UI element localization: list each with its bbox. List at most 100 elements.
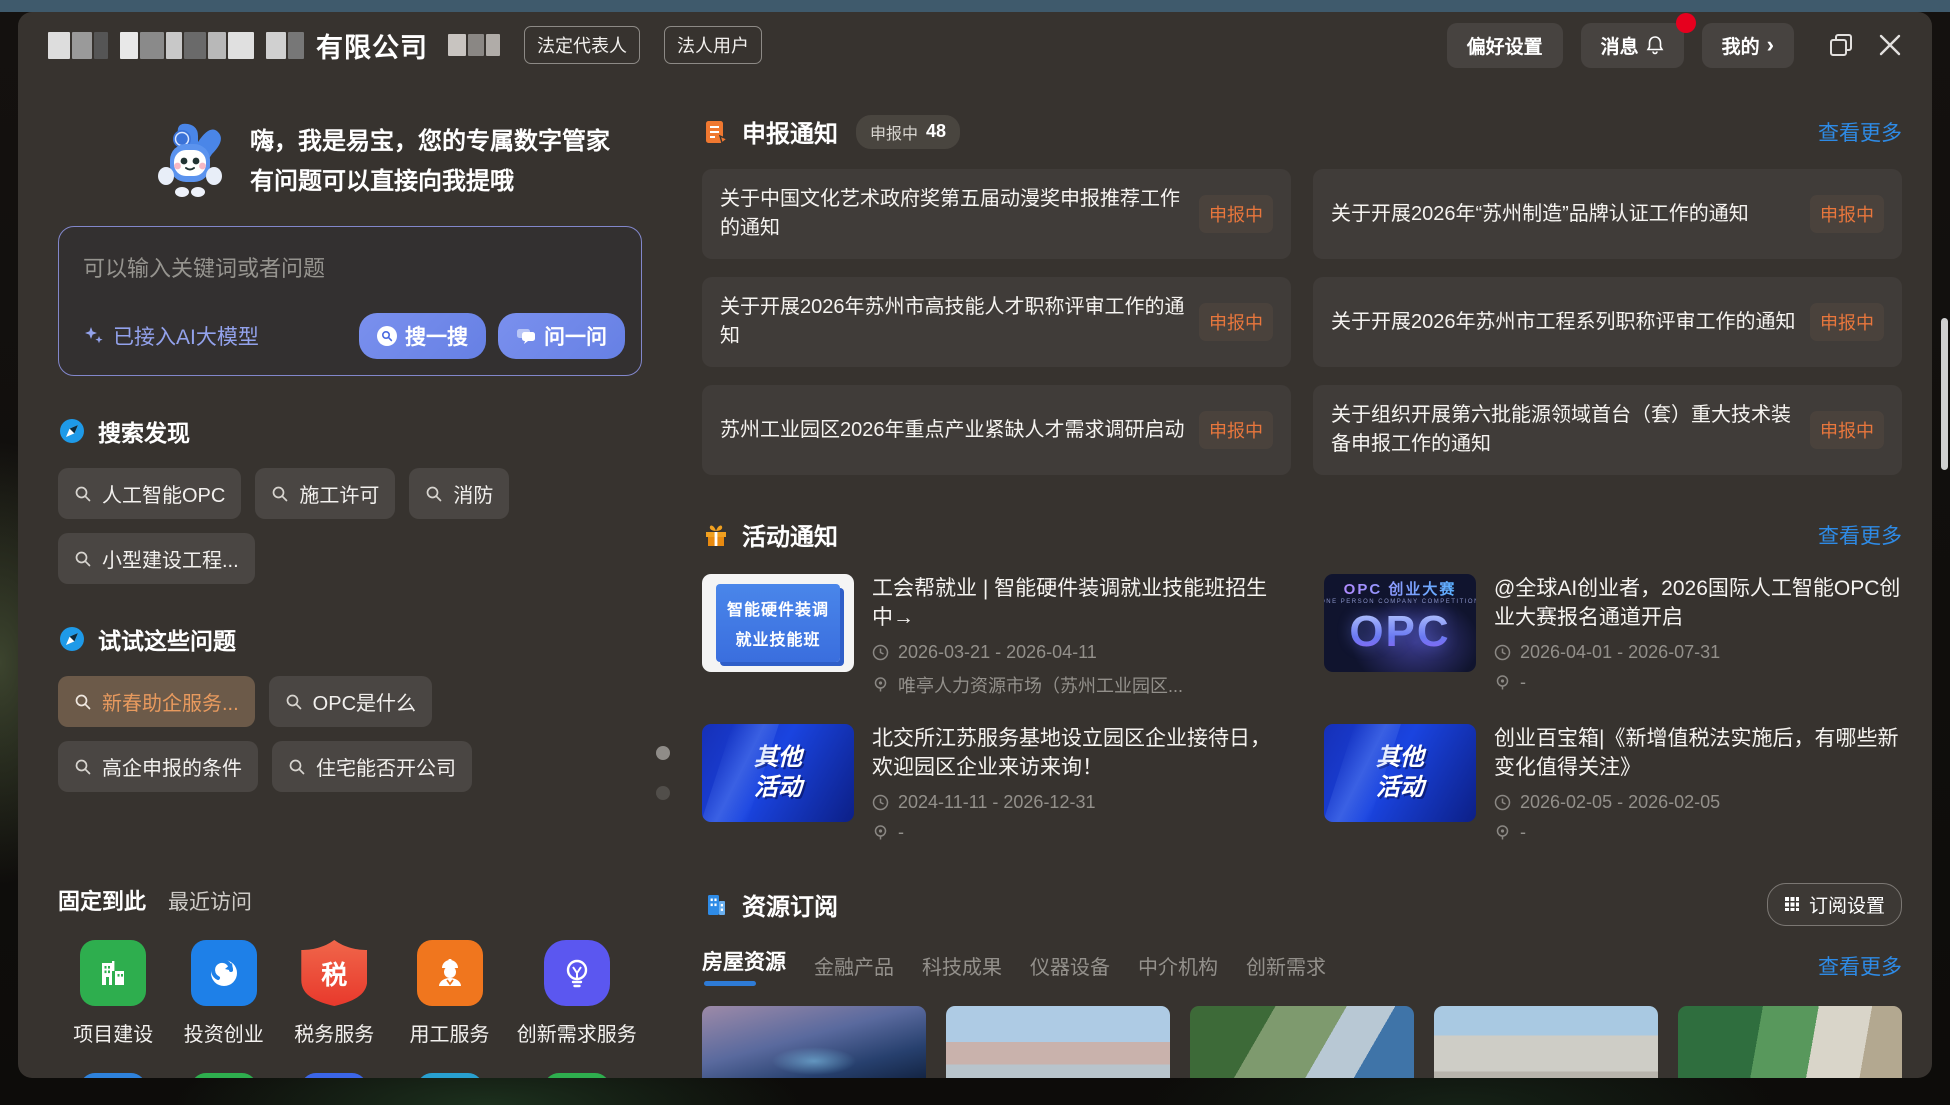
location-pin-icon — [872, 824, 889, 841]
tab-intermediaries[interactable]: 中介机构 — [1138, 951, 1218, 980]
tab-innovation-demand[interactable]: 创新需求 — [1246, 951, 1326, 980]
activity-thumbnail-opc-contest: OPC 创业大赛 ONE PERSON COMPANY COMPETITION … — [1324, 574, 1476, 672]
legal-user-badge: 法人用户 — [664, 26, 762, 64]
search-discover-title: 搜索发现 — [98, 414, 190, 448]
resource-card[interactable]: 56文创园，通园路，办公，95-1800平 — [1190, 1006, 1414, 1078]
notice-card[interactable]: 关于开展2026年苏州市工程系列职称评审工作的通知 申报中 — [1313, 277, 1902, 367]
app-window: 有限公司 法定代表人 法人用户 偏好设置 消息 — [18, 12, 1932, 1078]
clock-icon — [1494, 644, 1511, 661]
page-scrollbar-thumb[interactable] — [1941, 318, 1948, 470]
activity-date-row: 2026-03-21 - 2026-04-11 — [872, 642, 1280, 663]
activity-more-link[interactable]: 查看更多 — [1818, 520, 1902, 550]
resource-photo-science-park-building — [946, 1006, 1170, 1078]
tax-shield-icon: 税 — [301, 940, 367, 1006]
idream-logo-icon: iDream — [544, 1073, 610, 1078]
chevron-right-icon: › — [1767, 34, 1774, 56]
app-carrier-resources[interactable]: 载体资源 — [58, 1073, 169, 1078]
resource-card[interactable]: 蒲公英孵化器，苏州国际科技园五期，... — [1678, 1006, 1902, 1078]
tab-pinned[interactable]: 固定到此 — [58, 884, 146, 916]
discover-chip[interactable]: 施工许可 — [255, 468, 395, 519]
notice-card[interactable]: 关于中国文化艺术政府奖第五届动漫奖申报推荐工作的通知 申报中 — [702, 169, 1291, 259]
declare-section-header: 申报通知 申报中 48 查看更多 — [702, 114, 1902, 149]
search-magnifier-icon — [377, 326, 397, 346]
resources-more-link[interactable]: 查看更多 — [1818, 951, 1902, 981]
app-employment-service[interactable]: 用工服务 — [390, 940, 510, 1047]
resource-card[interactable]: 6-9A0 — [702, 1006, 926, 1078]
title-bar-actions: 偏好设置 消息 我的 › — [1447, 23, 1902, 68]
question-chip[interactable]: 高企申报的条件 — [58, 741, 258, 792]
discover-chip[interactable]: 人工智能OPC — [58, 468, 241, 519]
tab-housing-resources[interactable]: 房屋资源 — [702, 946, 786, 986]
resource-tabs: 房屋资源 金融产品 科技成果 仪器设备 中介机构 创新需求 查看更多 — [702, 946, 1902, 986]
app-rd-resource-sharing[interactable]: 研发资源共享 — [390, 1073, 510, 1078]
resource-photo-night-cityscape — [702, 1006, 926, 1078]
question-chip[interactable]: OPC是什么 — [269, 676, 432, 727]
search-input[interactable]: 可以输入关键词或者问题 — [83, 251, 621, 283]
quick-access-tabs: 固定到此 最近访问 — [58, 884, 642, 916]
tab-tech-achievements[interactable]: 科技成果 — [922, 951, 1002, 980]
chat-bubble-icon — [516, 327, 536, 345]
main-content: 嗨，我是易宝，您的专属数字管家 有问题可以直接向我提哦 可以输入关键词或者问题 … — [18, 78, 1932, 1078]
subscription-settings-button[interactable]: 订阅设置 — [1767, 883, 1902, 926]
title-bar: 有限公司 法定代表人 法人用户 偏好设置 消息 — [18, 12, 1932, 78]
legal-representative-badge: 法定代表人 — [524, 26, 640, 64]
declaring-count-badge: 申报中 48 — [856, 115, 960, 149]
notice-card[interactable]: 关于组织开展第六批能源领域首台（套）重大技术装备申报工作的通知 申报中 — [1313, 385, 1902, 475]
app-affairs-service[interactable]: 办事服务 — [169, 1073, 280, 1078]
restore-window-icon[interactable] — [1828, 32, 1854, 58]
app-innovation-demand[interactable]: 创新需求服务 — [510, 940, 644, 1047]
discover-chip[interactable]: 消防 — [409, 468, 509, 519]
resource-photo-incubator-greenwall — [1678, 1006, 1902, 1078]
circular-arrow-icon — [191, 940, 257, 1006]
preferences-button[interactable]: 偏好设置 — [1447, 23, 1563, 68]
app-project-construction[interactable]: 项目建设 — [58, 940, 169, 1047]
dot-inactive[interactable] — [656, 786, 670, 800]
try-questions-chips: 新春助企服务... OPC是什么 高企申报的条件 住宅能否开公司 — [58, 676, 642, 792]
quick-access-pagination-dots[interactable] — [656, 746, 670, 800]
activity-grid: 智能硬件装调 就业技能班 工会帮就业 | 智能硬件装调就业技能班招生中→ 202… — [702, 574, 1902, 843]
app-tax-service[interactable]: 税 税务服务 — [279, 940, 390, 1047]
search-discover-header: 搜索发现 — [58, 414, 642, 448]
notice-card[interactable]: 苏州工业园区2026年重点产业紧缺人才需求调研启动 申报中 — [702, 385, 1291, 475]
notice-card[interactable]: 关于开展2026年苏州市高技能人才职称评审工作的通知 申报中 — [702, 277, 1291, 367]
company-tag-redacted — [448, 34, 500, 56]
resource-card[interactable]: 富华科技大厦，崇文路，办公，1340平 — [1434, 1006, 1658, 1078]
my-account-button[interactable]: 我的 › — [1702, 23, 1794, 68]
ask-button[interactable]: 问一问 — [498, 313, 625, 359]
dot-active[interactable] — [656, 746, 670, 760]
messages-button[interactable]: 消息 — [1581, 23, 1684, 68]
try-questions-header: 试试这些问题 — [58, 622, 642, 656]
activity-item[interactable]: OPC 创业大赛 ONE PERSON COMPANY COMPETITION … — [1324, 574, 1902, 698]
building-resource-icon — [702, 890, 730, 918]
activity-item[interactable]: 其他 活动 创业百宝箱|《新增值税法实施后，有哪些新变化值得关注》 2026-0… — [1324, 724, 1902, 843]
app-headquarters-enterprise[interactable]: 总部企业 — [279, 1073, 390, 1078]
app-invest-startup[interactable]: 投资创业 — [169, 940, 280, 1047]
app-idream-park[interactable]: iDream “iDream”园梦... — [510, 1073, 644, 1078]
ai-search-box[interactable]: 可以输入关键词或者问题 已接入AI大模型 — [58, 226, 642, 376]
tab-instruments[interactable]: 仪器设备 — [1030, 951, 1110, 980]
close-window-icon[interactable] — [1878, 33, 1902, 57]
bell-icon — [1646, 35, 1664, 55]
ai-model-note: 已接入AI大模型 — [83, 321, 259, 351]
activity-date-row: 2026-02-05 - 2026-02-05 — [1494, 792, 1902, 813]
activity-title: 活动通知 — [742, 517, 838, 552]
worker-icon — [417, 940, 483, 1006]
search-button[interactable]: 搜一搜 — [359, 313, 486, 359]
greeting-line-1: 嗨，我是易宝，您的专属数字管家 — [250, 122, 610, 162]
compass-icon — [58, 417, 86, 445]
activity-item[interactable]: 其他 活动 北交所江苏服务基地设立园区企业接待日，欢迎园区企业来访来询！ 202… — [702, 724, 1280, 843]
question-chip[interactable]: 住宅能否开公司 — [272, 741, 472, 792]
tab-financial-products[interactable]: 金融产品 — [814, 951, 894, 980]
activity-date-row: 2024-11-11 - 2026-12-31 — [872, 792, 1280, 813]
activity-location-row: - — [872, 822, 1280, 843]
question-chip-highlighted[interactable]: 新春助企服务... — [58, 676, 255, 727]
tab-recent[interactable]: 最近访问 — [168, 886, 252, 916]
clock-icon — [1494, 794, 1511, 811]
declare-more-link[interactable]: 查看更多 — [1818, 117, 1902, 147]
resource-card[interactable]: 桑田岛科创园2号楼409室 — [946, 1006, 1170, 1078]
lightbulb-icon — [544, 940, 610, 1006]
try-questions-title: 试试这些问题 — [98, 622, 236, 656]
notice-card[interactable]: 关于开展2026年“苏州制造”品牌认证工作的通知 申报中 — [1313, 169, 1902, 259]
discover-chip[interactable]: 小型建设工程... — [58, 533, 255, 584]
activity-item[interactable]: 智能硬件装调 就业技能班 工会帮就业 | 智能硬件装调就业技能班招生中→ 202… — [702, 574, 1280, 698]
